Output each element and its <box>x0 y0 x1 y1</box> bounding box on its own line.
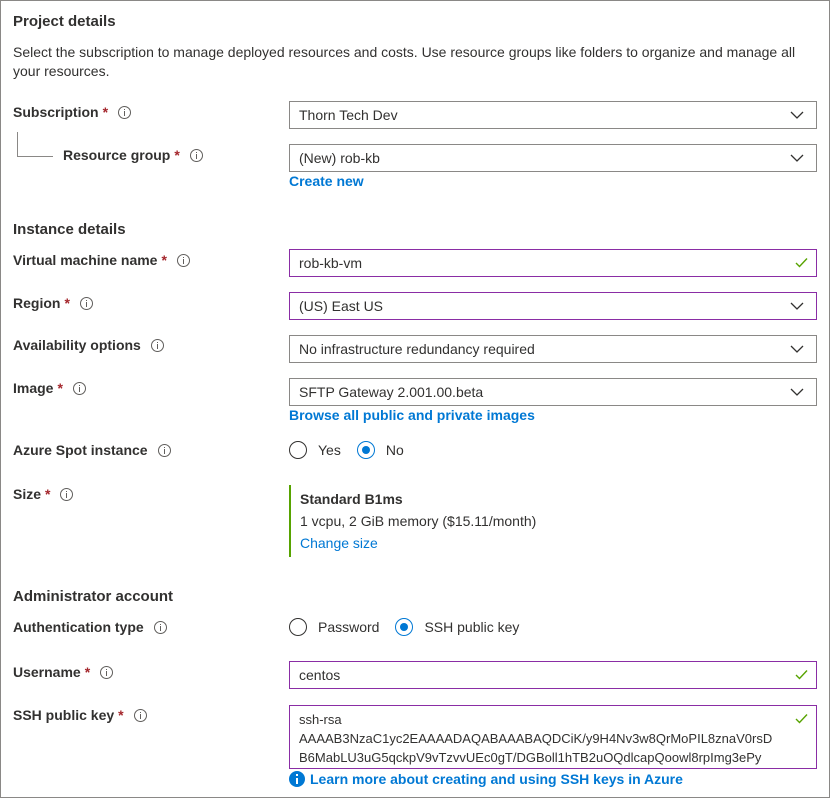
required-marker: * <box>174 147 180 163</box>
required-marker: * <box>84 664 91 680</box>
username-label: Username * <box>13 664 114 680</box>
info-icon[interactable] <box>153 620 167 634</box>
chevron-down-icon <box>790 388 804 396</box>
required-marker: * <box>64 295 70 311</box>
username-input[interactable]: centos <box>289 661 817 689</box>
vm-create-form: Project details Select the subscription … <box>0 0 830 798</box>
section-title-admin: Administrator account <box>13 588 174 605</box>
required-marker: * <box>45 486 51 502</box>
ssh-key-textarea[interactable]: ssh-rsa AAAAB3NzaC1yc2EAAAADAQABAAABAQDC… <box>289 705 817 769</box>
project-description: Select the subscription to manage deploy… <box>13 44 796 79</box>
info-icon[interactable] <box>79 296 93 310</box>
size-label: Size * <box>13 486 74 502</box>
spot-yes-label[interactable]: Yes <box>318 442 341 458</box>
resource-group-dropdown[interactable]: (New) rob-kb <box>289 144 817 172</box>
auth-ssh-radio[interactable] <box>395 618 414 636</box>
change-size-link[interactable]: Change size <box>300 535 536 551</box>
image-label: Image * <box>13 380 86 396</box>
info-icon <box>289 771 305 787</box>
tree-connector <box>17 156 53 157</box>
spot-no-label[interactable]: No <box>386 442 404 458</box>
required-marker: * <box>161 252 167 268</box>
tree-connector <box>17 132 18 157</box>
ssh-key-value: ssh-rsa AAAAB3NzaC1yc2EAAAADAQABAAABAQDC… <box>299 712 773 765</box>
resource-group-label: Resource group * <box>63 147 203 163</box>
info-icon[interactable] <box>60 487 74 501</box>
chevron-down-icon <box>790 302 804 310</box>
chevron-down-icon <box>790 111 804 119</box>
size-summary: Standard B1ms 1 vcpu, 2 GiB memory ($15.… <box>289 485 536 557</box>
info-icon[interactable] <box>100 665 114 679</box>
auth-radio-group: Password SSH public key <box>289 618 519 636</box>
spot-label: Azure Spot instance <box>13 442 171 458</box>
required-marker: * <box>118 707 124 723</box>
size-name: Standard B1ms <box>300 491 403 507</box>
spot-radio-group: Yes No <box>289 441 404 459</box>
checkmark-icon <box>795 670 808 680</box>
info-icon[interactable] <box>150 338 164 352</box>
availability-label: Availability options <box>13 337 164 353</box>
info-icon[interactable] <box>189 148 203 162</box>
auth-type-label: Authentication type <box>13 619 167 635</box>
chevron-down-icon <box>790 345 804 353</box>
size-detail: 1 vcpu, 2 GiB memory ($15.11/month) <box>300 513 537 529</box>
subscription-dropdown[interactable]: Thorn Tech Dev <box>289 101 817 129</box>
auth-password-label[interactable]: Password <box>318 619 379 635</box>
info-icon[interactable] <box>118 105 132 119</box>
info-icon[interactable] <box>176 253 190 267</box>
vm-name-input[interactable]: rob-kb-vm <box>289 249 817 277</box>
checkmark-icon <box>795 714 808 724</box>
spot-yes-radio[interactable] <box>289 441 307 459</box>
region-label: Region * <box>13 295 93 311</box>
chevron-down-icon <box>790 154 804 162</box>
spot-no-radio[interactable] <box>356 441 375 459</box>
info-icon[interactable] <box>133 708 147 722</box>
auth-password-radio[interactable] <box>289 618 307 636</box>
vm-name-label: Virtual machine name * <box>13 252 190 268</box>
region-dropdown[interactable]: (US) East US <box>289 292 817 320</box>
create-new-link[interactable]: Create new <box>289 173 364 189</box>
checkmark-icon <box>795 258 808 268</box>
availability-dropdown[interactable]: No infrastructure redundancy required <box>289 335 817 363</box>
required-marker: * <box>102 104 109 120</box>
section-title-instance: Instance details <box>13 221 126 238</box>
image-dropdown[interactable]: SFTP Gateway 2.001.00.beta <box>289 378 817 406</box>
required-marker: * <box>57 380 63 396</box>
section-title-project: Project details <box>13 13 116 30</box>
learn-ssh-link[interactable]: Learn more about creating and using SSH … <box>289 771 683 787</box>
info-icon[interactable] <box>72 381 86 395</box>
subscription-label: Subscription * <box>13 104 132 120</box>
ssh-key-label: SSH public key * <box>13 707 147 723</box>
info-icon[interactable] <box>157 443 171 457</box>
browse-images-link[interactable]: Browse all public and private images <box>289 407 535 423</box>
auth-ssh-label[interactable]: SSH public key <box>424 619 519 635</box>
